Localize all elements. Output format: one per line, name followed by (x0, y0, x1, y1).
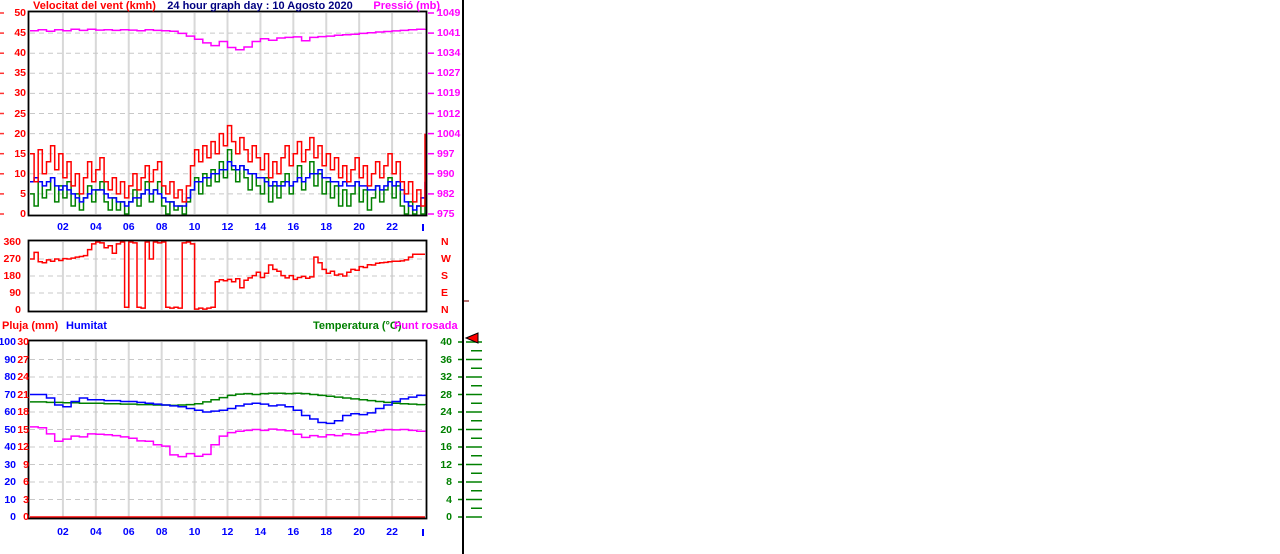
page-title: 24 hour graph day : 10 Agosto 2020 (167, 0, 353, 12)
x-axis-end-tick (422, 529, 424, 536)
x-axis-end-tick (422, 224, 424, 231)
temperature-axis-title: Temperatura (°C) (313, 320, 402, 332)
weather-graph-window: 50 45 40 35 30 25 20 15 10 5 0 1049 1041 1034 1027 1019… (0, 0, 1280, 554)
rain-axis-title: Pluja (mm) (2, 320, 59, 332)
pressure-axis-title: Pressió (mb) (373, 0, 440, 12)
dewpoint-axis-title: Punt rosada (394, 320, 458, 332)
charts-canvas (0, 0, 482, 554)
wind-speed-axis-title: Velocitat del vent (kmh) (33, 0, 156, 12)
humidity-axis-title: Humitat (66, 320, 107, 332)
